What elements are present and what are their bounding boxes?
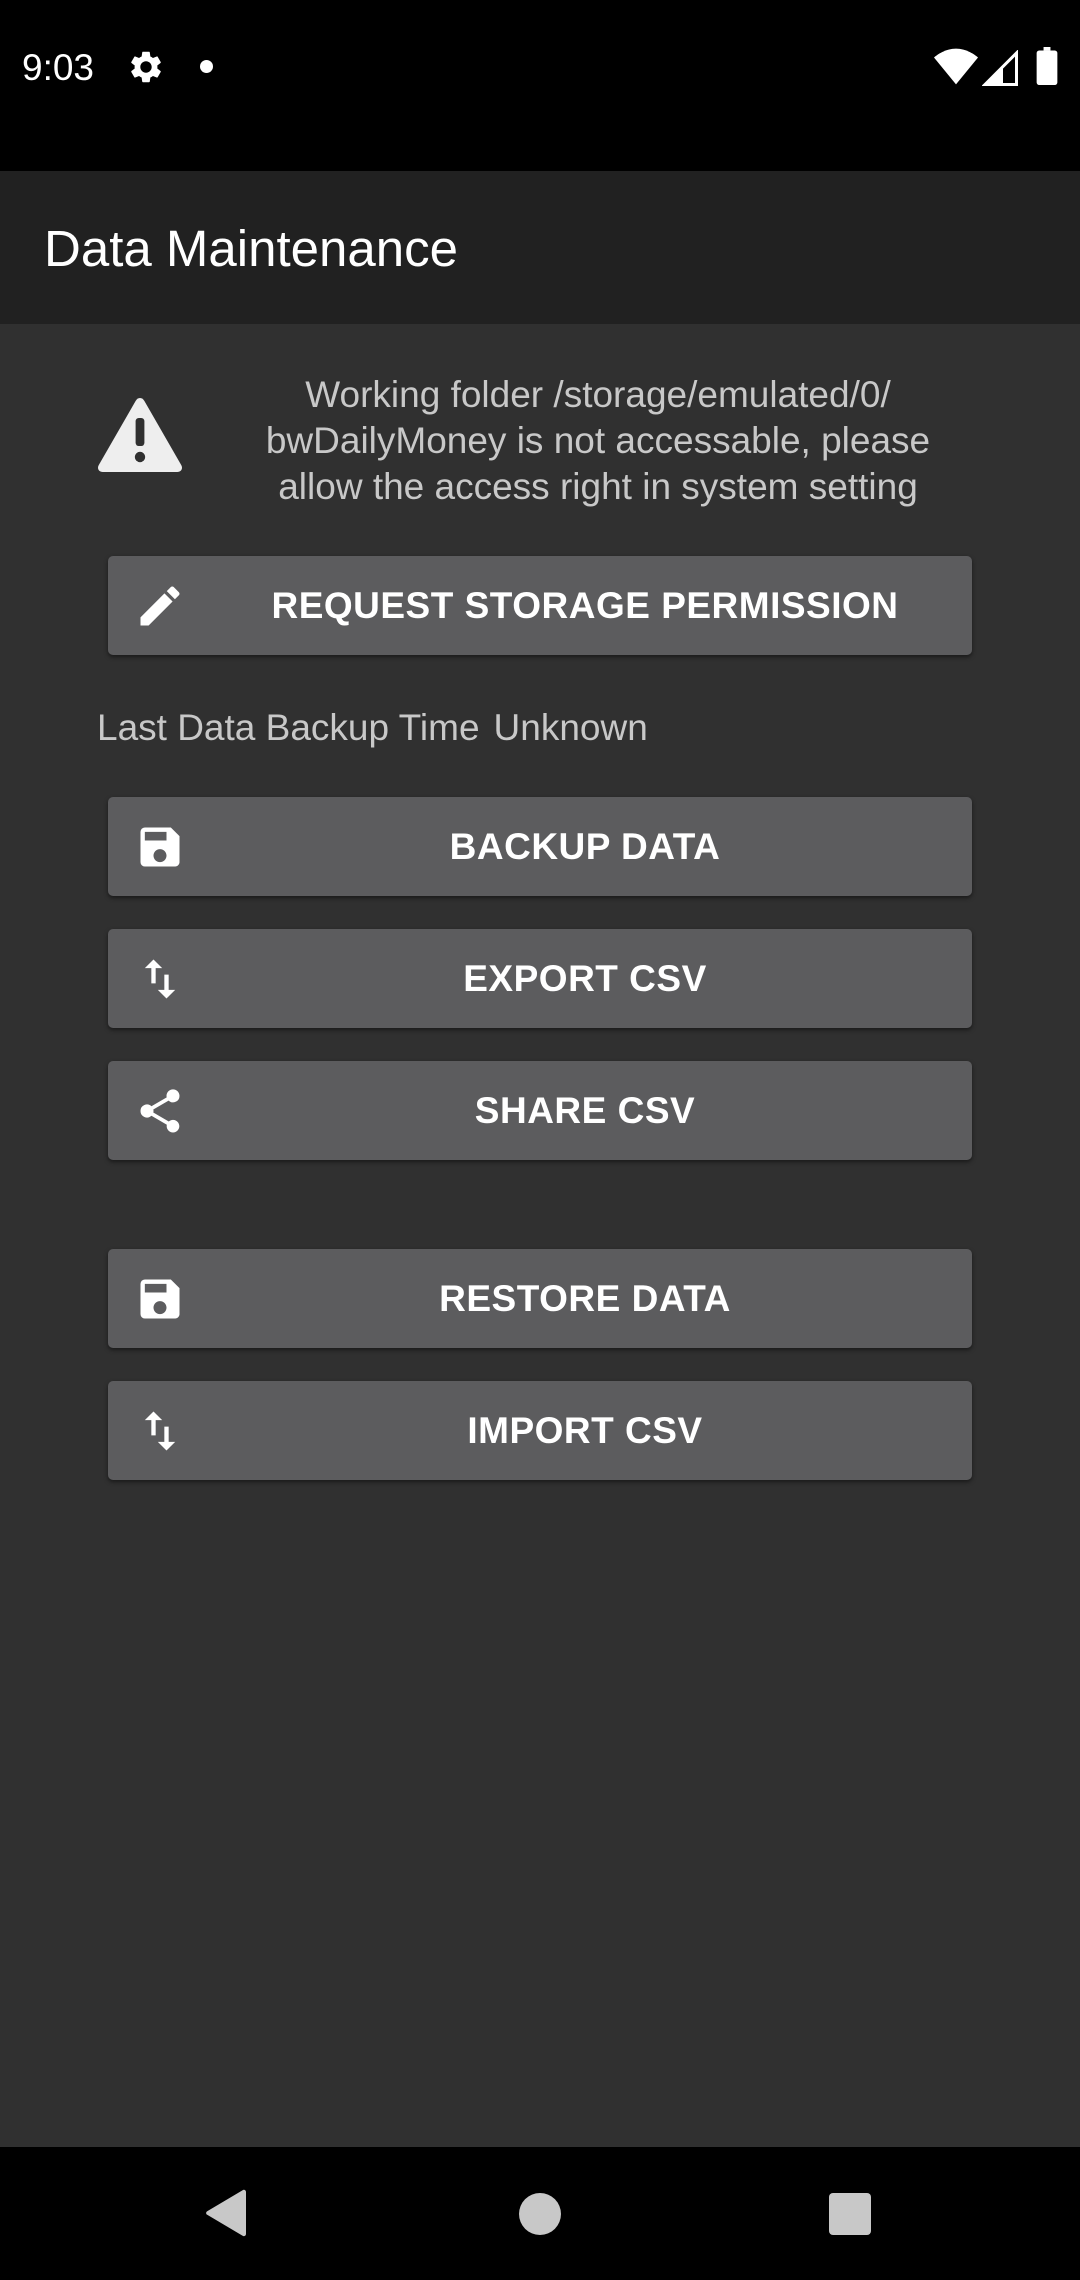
swap-vertical-icon bbox=[144, 1411, 176, 1451]
backup-data-label: BACKUP DATA bbox=[449, 826, 721, 867]
gear-icon bbox=[131, 51, 161, 83]
warning-icon bbox=[98, 398, 182, 472]
import-csv-label: IMPORT CSV bbox=[467, 1410, 703, 1451]
restore-data-button[interactable]: RESTORE DATA bbox=[108, 1249, 972, 1348]
save-icon bbox=[140, 827, 180, 867]
signal-icon bbox=[982, 50, 1018, 86]
recents-icon[interactable] bbox=[829, 2193, 871, 2235]
export-csv-label: EXPORT CSV bbox=[463, 958, 707, 999]
share-csv-label: SHARE CSV bbox=[474, 1090, 696, 1131]
last-backup-value: Unknown bbox=[493, 707, 648, 748]
storage-warning-message: Working folder /storage/emulated/0/ bwDa… bbox=[265, 374, 931, 507]
share-csv-button[interactable]: SHARE CSV bbox=[108, 1061, 972, 1160]
last-backup-label: Last Data Backup Time bbox=[97, 707, 480, 748]
request-storage-permission-label: REQUEST STORAGE PERMISSION bbox=[271, 585, 899, 626]
last-backup-info: Last Data Backup Time Unknown bbox=[97, 704, 648, 752]
system-navigation-bar bbox=[0, 2147, 1080, 2280]
save-icon bbox=[140, 1279, 180, 1319]
status-time: 9:03 bbox=[22, 47, 95, 88]
back-icon[interactable] bbox=[204, 2189, 248, 2237]
home-icon[interactable] bbox=[519, 2193, 561, 2235]
screen: 9:03 Data Maintenance Working folder /st… bbox=[0, 0, 1080, 2280]
notification-dot bbox=[200, 60, 213, 73]
import-csv-button[interactable]: IMPORT CSV bbox=[108, 1381, 972, 1480]
swap-vertical-icon bbox=[144, 959, 176, 999]
wifi-icon bbox=[934, 48, 978, 85]
battery-icon bbox=[1036, 47, 1058, 85]
export-csv-button[interactable]: EXPORT CSV bbox=[108, 929, 972, 1028]
app-toolbar: Data Maintenance bbox=[0, 171, 1080, 324]
restore-data-label: RESTORE DATA bbox=[439, 1278, 731, 1319]
pencil-icon bbox=[140, 586, 180, 626]
request-storage-permission-button[interactable]: REQUEST STORAGE PERMISSION bbox=[108, 556, 972, 655]
backup-data-button[interactable]: BACKUP DATA bbox=[108, 797, 972, 896]
page-title: Data Maintenance bbox=[44, 220, 458, 277]
status-bar: 9:03 bbox=[0, 0, 1080, 171]
share-icon bbox=[140, 1089, 180, 1133]
